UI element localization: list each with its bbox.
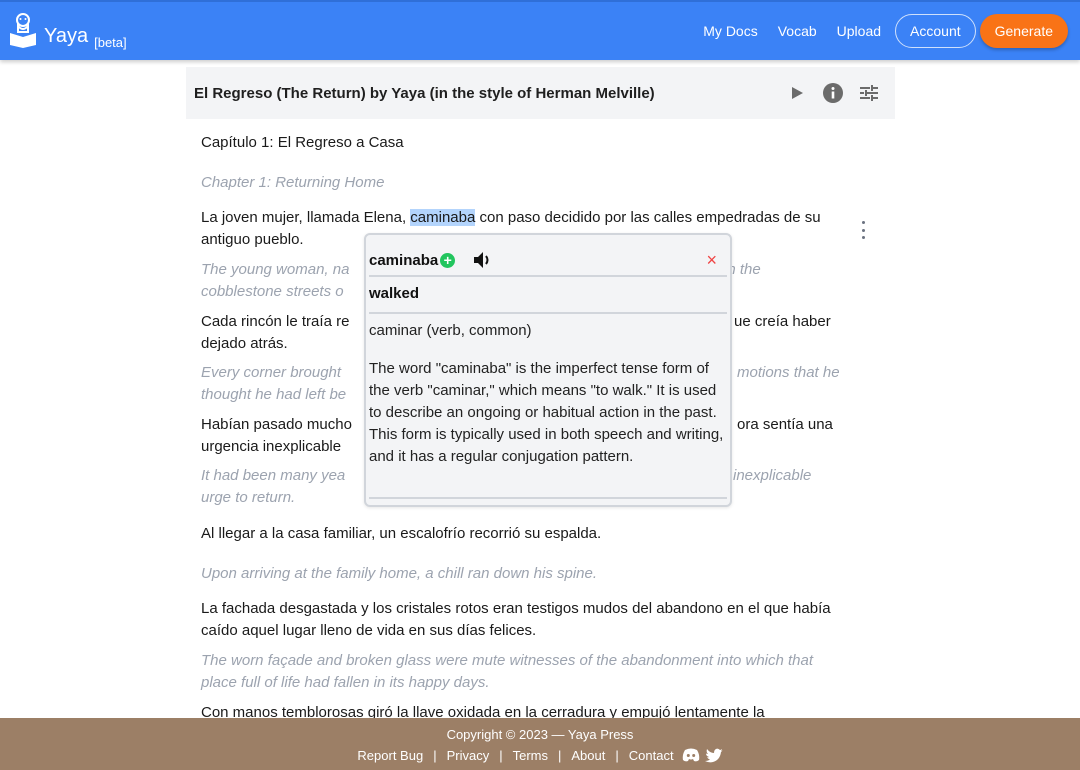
sentence-text: Cada rincón le traía re	[201, 313, 350, 330]
sentence-es[interactable]: La fachada desgastada y los cristales ro…	[201, 598, 851, 642]
close-popup-x-icon[interactable]: ×	[706, 250, 717, 271]
footer-link-terms[interactable]: Terms	[513, 748, 548, 763]
footer-link-about[interactable]: About	[571, 748, 605, 763]
play-icon[interactable]	[785, 81, 809, 105]
sentence-text: Habían pasado mucho	[201, 416, 352, 433]
sentence-text: urge to return.	[201, 489, 296, 506]
sentence-es[interactable]: Al llegar a la casa familiar, un escalof…	[201, 523, 851, 545]
popup-description: The word "caminaba" is the imperfect ten…	[369, 360, 724, 465]
separator: |	[499, 747, 503, 763]
divider	[369, 312, 727, 314]
document-title: El Regreso (The Return) by Yaya (in the …	[194, 84, 655, 102]
copyright-text: Copyright © 2023 — Yaya Press	[446, 727, 634, 742]
settings-sliders-icon[interactable]	[857, 81, 881, 105]
sentence-text: cobblestone streets o	[201, 283, 344, 300]
generate-button[interactable]: Generate	[979, 14, 1068, 48]
word-definition-popup: caminaba + × walked caminar (verb, commo…	[364, 233, 732, 507]
twitter-icon[interactable]	[704, 748, 723, 763]
separator: |	[433, 747, 437, 763]
sentence-text: urgencia inexplicable	[201, 438, 342, 455]
sentence-en: The worn façade and broken glass were mu…	[201, 652, 814, 691]
popup-word: caminaba	[369, 251, 439, 269]
popup-translation: walked	[369, 285, 420, 302]
sentence-en: Upon arriving at the family home, a chil…	[201, 565, 598, 582]
sentence-text: It had been many yea	[201, 467, 346, 484]
selected-word[interactable]: caminaba	[410, 209, 476, 226]
separator: |	[615, 747, 619, 763]
brand-logo-link[interactable]: Yaya [beta]	[9, 12, 127, 50]
sentence-text: dejado atrás.	[201, 335, 288, 352]
sentence-text: inexplicable	[733, 467, 812, 484]
account-button[interactable]: Account	[895, 14, 976, 48]
top-navbar: Yaya [beta] My Docs Vocab Upload Account…	[0, 0, 1080, 60]
sentence-text: motions that he	[737, 364, 840, 381]
separator: |	[557, 747, 562, 763]
beta-label: [beta]	[94, 35, 127, 50]
divider	[369, 275, 727, 277]
add-to-vocab-plus-icon[interactable]: +	[440, 252, 456, 268]
sentence-text: La joven mujer, llamada Elena,	[201, 209, 411, 226]
footer-link-contact[interactable]: Contact	[629, 748, 674, 763]
nav-my-docs[interactable]: My Docs	[703, 23, 757, 39]
sentence-menu-kebab-icon[interactable]	[857, 221, 869, 239]
sentence-text: The young woman, na	[201, 261, 350, 278]
chapter-title-es: Capítulo 1: El Regreso a Casa	[201, 134, 404, 151]
discord-icon[interactable]	[682, 748, 700, 762]
footer-link-privacy[interactable]: Privacy	[447, 748, 490, 763]
footer-link-report-bug[interactable]: Report Bug	[357, 748, 423, 763]
nav-vocab[interactable]: Vocab	[778, 23, 817, 39]
document-header: El Regreso (The Return) by Yaya (in the …	[186, 67, 895, 119]
sentence-text: thought he had left be	[201, 386, 347, 403]
brand-name: Yaya	[44, 25, 89, 47]
divider	[369, 497, 727, 499]
nav-upload[interactable]: Upload	[837, 23, 881, 39]
chapter-title-en: Chapter 1: Returning Home	[201, 174, 385, 191]
yaya-reading-logo-icon	[10, 13, 36, 48]
popup-lemma: caminar (verb, common)	[369, 322, 532, 339]
sentence-text: ue creía haber	[734, 313, 831, 330]
sentence-text: ora sentía una	[737, 416, 833, 433]
footer: Copyright © 2023 — Yaya Press Report Bug…	[0, 718, 1080, 770]
speaker-audio-icon[interactable]	[473, 251, 493, 269]
sentence-text: Every corner brought	[201, 364, 342, 381]
info-icon[interactable]	[821, 81, 845, 105]
